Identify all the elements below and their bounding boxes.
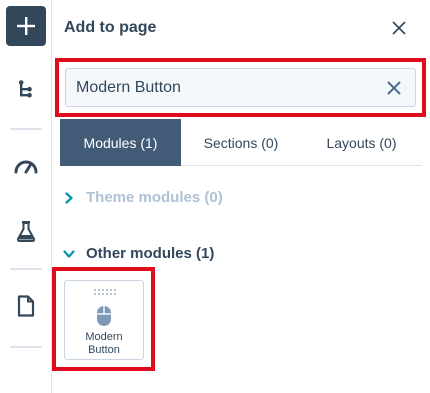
tree-structure-icon — [18, 80, 32, 98]
close-icon — [392, 21, 406, 35]
tab-layouts[interactable]: Layouts (0) — [301, 119, 422, 166]
theme-modules-group[interactable]: Theme modules (0) — [62, 189, 223, 206]
left-rail — [0, 0, 52, 393]
panel-title: Add to page — [64, 19, 157, 36]
tab-sections[interactable]: Sections (0) — [181, 119, 301, 166]
drag-handle-icon — [94, 289, 116, 295]
module-highlight: Modern Button — [52, 267, 155, 371]
tree-structure-button[interactable] — [8, 72, 44, 108]
theme-modules-label: Theme modules (0) — [86, 189, 223, 206]
module-card-modern-button[interactable]: Modern Button — [64, 280, 144, 360]
mouse-icon — [97, 306, 111, 326]
search-input[interactable] — [76, 78, 376, 98]
rail-divider — [10, 346, 42, 348]
tab-bar: Modules (1) Sections (0) Layouts (0) — [60, 119, 422, 166]
clear-search-button[interactable] — [383, 77, 405, 99]
tab-modules[interactable]: Modules (1) — [60, 119, 181, 166]
other-modules-label: Other modules (1) — [86, 245, 215, 262]
close-button[interactable] — [388, 17, 410, 39]
clear-x-icon — [387, 81, 401, 95]
document-icon — [17, 295, 35, 317]
page-settings-button[interactable] — [8, 288, 44, 324]
module-name: Modern Button — [85, 331, 123, 356]
flask-icon — [16, 221, 36, 242]
other-modules-group[interactable]: Other modules (1) — [62, 245, 214, 262]
performance-button[interactable] — [8, 148, 44, 184]
test-button[interactable] — [8, 213, 44, 249]
chevron-down-icon — [62, 247, 76, 261]
search-field — [65, 68, 416, 107]
add-button[interactable] — [6, 6, 46, 46]
rail-divider — [10, 128, 42, 130]
chevron-right-icon — [62, 191, 76, 205]
plus-icon — [17, 17, 35, 35]
rail-divider — [10, 268, 42, 270]
speedometer-icon — [14, 160, 38, 174]
search-highlight — [55, 58, 426, 117]
